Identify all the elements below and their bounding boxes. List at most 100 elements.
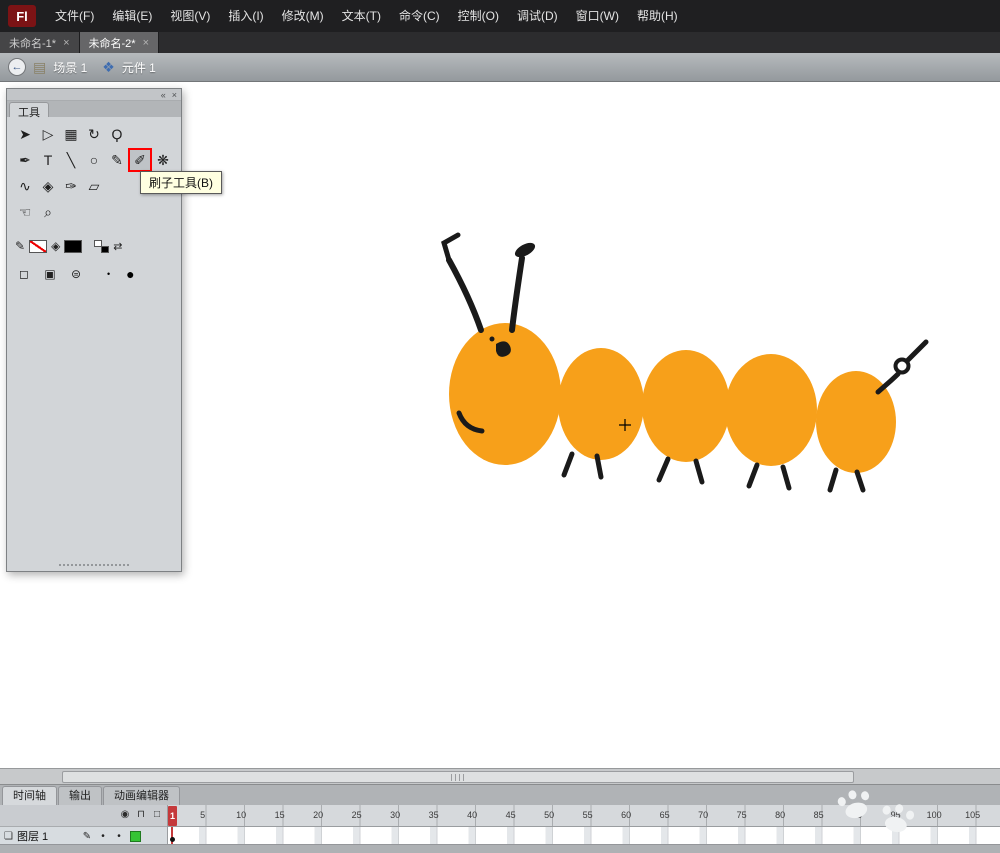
black-white-colors-button[interactable] [94,240,109,253]
timeline-frames-column: 1 5 10 15 20 25 30 35 40 45 50 55 60 65 70 75 80 85 90 95 1… [168,805,1000,845]
tool-pencil[interactable]: ✎ [106,149,128,171]
breadcrumb-symbol-label[interactable]: 元件 1 [122,59,156,76]
playhead[interactable]: 1 [168,806,177,826]
brush-size-select[interactable]: • [107,269,110,279]
brush-shape-select[interactable]: ● [126,266,134,282]
object-drawing-button[interactable]: ◻ [15,265,33,283]
black-swatch-icon [101,246,109,253]
layer-outline-color-swatch[interactable] [130,831,141,842]
tool-bone[interactable]: ∿ [14,175,36,197]
tool-paint-bucket[interactable]: ◈ [37,175,59,197]
menu-item-insert[interactable]: 插入(I) [219,0,272,32]
tool-eraser[interactable]: ▱ [83,175,105,197]
tool-hand[interactable]: ☜ [14,201,36,223]
menu-item-text[interactable]: 文本(T) [333,0,390,32]
frame-ruler-number[interactable]: 20 [308,810,328,820]
frame-ruler-number[interactable]: 40 [462,810,482,820]
close-icon[interactable]: × [143,37,149,49]
frame-ruler-number[interactable]: 55 [578,810,598,820]
layer-visibility-dot[interactable]: • [95,831,111,842]
frame-ruler-number[interactable]: 85 [809,810,829,820]
frame-ruler-number[interactable]: 15 [270,810,290,820]
frame-ruler-number[interactable]: 5 [193,810,213,820]
menu-item-view[interactable]: 视图(V) [161,0,219,32]
close-icon[interactable]: × [63,37,69,49]
tab-output[interactable]: 输出 [58,786,102,805]
frame-ruler-number[interactable]: 95 [886,810,906,820]
frame-ruler[interactable]: 1 5 10 15 20 25 30 35 40 45 50 55 60 65 70 75 80 85 90 95 1… [168,805,1000,827]
frame-ruler-number[interactable]: 105 [963,810,983,820]
tool-options: ◻ ▣ ⊜ • ● [7,253,181,283]
menu-bar: Fl 文件(F) 编辑(E) 视图(V) 插入(I) 修改(M) 文本(T) 命… [0,0,1000,32]
document-tab-2[interactable]: 未命名-2* × [80,32,160,53]
frame-ruler-number[interactable]: 90 [847,810,867,820]
tools-panel-titlebar[interactable]: « × [7,89,181,101]
app-logo[interactable]: Fl [8,5,36,27]
panel-resize-grip[interactable] [59,564,129,566]
tool-line[interactable]: ╲ [60,149,82,171]
layer-row[interactable]: ❏ 图层 1 ✎ • • [0,827,167,845]
tools-panel-title[interactable]: 工具 [9,102,49,117]
stroke-color-swatch[interactable] [29,240,47,253]
lock-icon[interactable]: ⊓ [133,809,149,820]
tool-eyedropper[interactable]: ✑ [60,175,82,197]
menu-item-help[interactable]: 帮助(H) [628,0,687,32]
tools-panel-tab-row: 工具 [7,101,181,117]
frame-ruler-number[interactable]: 100 [924,810,944,820]
document-tab-1[interactable]: 未命名-1* × [0,32,80,53]
frame-ruler-number[interactable]: 35 [424,810,444,820]
menu-item-control[interactable]: 控制(O) [449,0,508,32]
tool-oval[interactable]: ○ [83,149,105,171]
tool-deco[interactable]: ❋ [152,149,174,171]
menu-item-commands[interactable]: 命令(C) [390,0,449,32]
frame-ruler-number[interactable]: 45 [501,810,521,820]
frame-ruler-number[interactable]: 80 [770,810,790,820]
tool-free-transform[interactable]: ▦ [60,123,82,145]
tool-brush[interactable]: ✐ [129,149,151,171]
layer-lock-dot[interactable]: • [111,831,127,842]
tools-panel: « × 工具 ➤ ▷ ▦ ↻ Ϙ ✒ T ╲ ○ ✎ ✐ ❋ [6,88,182,572]
timeline-tab-bar: 时间轴 输出 动画编辑器 [0,785,1000,805]
tool-pen[interactable]: ✒ [14,149,36,171]
menu-item-window[interactable]: 窗口(W) [567,0,628,32]
frame-ruler-number[interactable]: 60 [616,810,636,820]
tab-timeline[interactable]: 时间轴 [2,786,57,805]
tool-zoom[interactable]: ⌕ [37,201,59,223]
tool-lasso[interactable]: Ϙ [106,123,128,145]
frames-grid[interactable] [168,827,1000,845]
tool-3d-rotation[interactable]: ↻ [83,123,105,145]
fill-color-swatch[interactable] [64,240,82,253]
tool-text[interactable]: T [37,149,59,171]
flash-application-window: Fl 文件(F) 编辑(E) 视图(V) 插入(I) 修改(M) 文本(T) 命… [0,0,1000,853]
frame-ruler-number[interactable]: 50 [539,810,559,820]
tab-motion-editor[interactable]: 动画编辑器 [103,786,180,805]
scrollbar-grip-icon [451,774,465,781]
tool-selection[interactable]: ➤ [14,123,36,145]
lock-fill-button[interactable]: ▣ [41,265,59,283]
tool-subselection[interactable]: ▷ [37,123,59,145]
color-controls: ✎ ◈ ⇄ [7,227,181,253]
menu-item-modify[interactable]: 修改(M) [273,0,333,32]
frame-ruler-number[interactable]: 10 [231,810,251,820]
menu-item-file[interactable]: 文件(F) [46,0,103,32]
outline-icon[interactable]: □ [149,809,165,820]
frame-ruler-number[interactable]: 25 [347,810,367,820]
frame-ruler-number[interactable]: 70 [693,810,713,820]
back-button[interactable]: ← [8,58,26,76]
frame-ruler-number[interactable]: 65 [655,810,675,820]
horizontal-scrollbar[interactable] [0,768,1000,784]
keyframe-dot [170,837,175,842]
frame-ruler-number[interactable]: 75 [732,810,752,820]
brush-mode-button[interactable]: ⊜ [67,265,85,283]
swap-colors-icon[interactable]: ⇄ [113,240,122,253]
frame-ruler-number[interactable]: 30 [385,810,405,820]
breadcrumb-scene-label[interactable]: 场景 1 [53,59,87,76]
menu-item-edit[interactable]: 编辑(E) [103,0,161,32]
layer-name[interactable]: 图层 1 [17,828,79,844]
collapse-panel-icon[interactable]: « [161,90,166,100]
show-hide-eye-icon[interactable]: ◉ [117,809,133,820]
horizontal-scrollbar-thumb[interactable] [62,771,854,783]
edit-bar: ← ▤ 场景 1 ❖ 元件 1 [0,53,1000,82]
close-panel-icon[interactable]: × [172,90,177,100]
menu-item-debug[interactable]: 调试(D) [508,0,567,32]
